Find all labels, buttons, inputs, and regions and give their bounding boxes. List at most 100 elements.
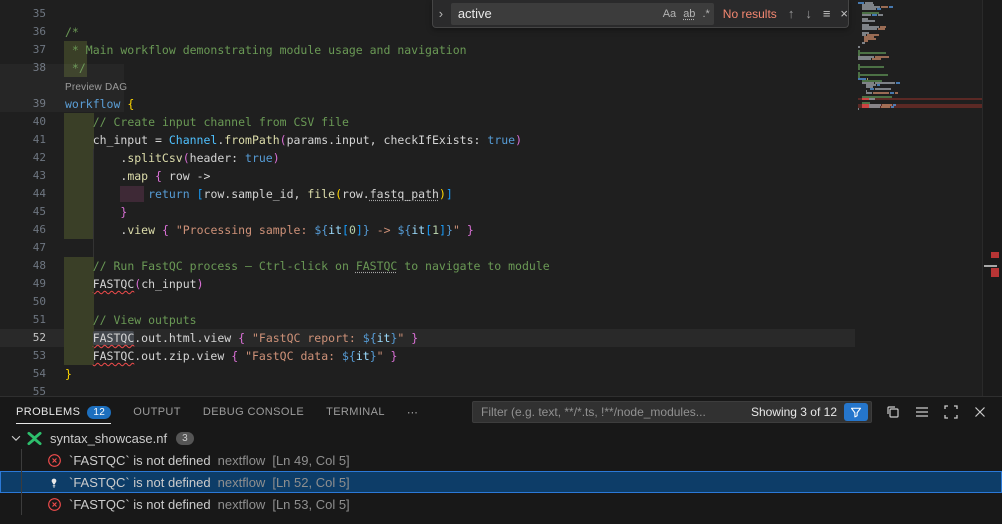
more-icon[interactable]: ⋯ [407, 397, 418, 427]
match-case-icon[interactable]: Aa [663, 8, 676, 20]
find-widget: › active Aa ab .* No results ↑ ↓ ≡ × [432, 0, 849, 28]
code-line-54[interactable]: 54} [0, 365, 1002, 383]
code-text[interactable]: } [65, 365, 72, 383]
file-name: syntax_showcase.nf [50, 431, 167, 446]
code-text[interactable]: ch_input = Channel.fromPath(params.input… [65, 131, 522, 149]
code-text[interactable]: * Main workflow demonstrating module usa… [65, 41, 467, 59]
panel-tabs: PROBLEMS12 OUTPUT DEBUG CONSOLE TERMINAL ⋯ [16, 397, 440, 427]
code-line-44[interactable]: 44 return [row.sample_id, file(row.fastq… [0, 185, 1002, 203]
code-line-43[interactable]: 43 .map { row -> [0, 167, 1002, 185]
filter-showing-badge: Showing 3 of 12 [751, 405, 837, 419]
code-line-38[interactable]: 38 */ [0, 59, 1002, 77]
tree-indent-guide [21, 449, 22, 515]
problem-position: [Ln 49, Col 5] [272, 453, 349, 468]
line-number-48: 48 [0, 257, 46, 275]
code-text[interactable]: FASTQC(ch_input) [65, 275, 204, 293]
code-text[interactable]: // Create input channel from CSV file [65, 113, 349, 131]
problem-row[interactable]: `FASTQC` is not definednextflow[Ln 52, C… [0, 471, 1002, 493]
code-text[interactable]: FASTQC.out.html.view { "FastQC report: $… [65, 329, 418, 347]
whole-word-icon[interactable]: ab [683, 8, 695, 20]
ruler-caret-mark [984, 265, 997, 267]
line-number-43: 43 [0, 167, 46, 185]
chevron-down-icon[interactable] [8, 431, 24, 445]
problem-position: [Ln 53, Col 5] [272, 497, 349, 512]
problem-source: nextflow [218, 497, 266, 512]
problem-source: nextflow [218, 453, 266, 468]
code-line-47[interactable]: 47 [0, 239, 1002, 257]
bottom-panel: PROBLEMS12 OUTPUT DEBUG CONSOLE TERMINAL ⋯ F… [0, 396, 1002, 524]
minimap[interactable] [858, 2, 982, 112]
panel-header: PROBLEMS12 OUTPUT DEBUG CONSOLE TERMINAL ⋯ F… [0, 397, 1002, 427]
find-input[interactable]: active Aa ab .* [451, 3, 714, 25]
problem-row[interactable]: `FASTQC` is not defined nextflow [Ln 53, C… [0, 493, 1002, 515]
code-line-48[interactable]: 48 // Run FastQC process — Ctrl-click on… [0, 257, 1002, 275]
next-match-icon[interactable]: ↓ [805, 6, 812, 21]
line-number-51: 51 [0, 311, 46, 329]
code-text[interactable]: return [row.sample_id, file(row.fastq_pa… [65, 185, 453, 203]
code-line-55[interactable]: 55 [0, 383, 1002, 396]
panel-tab-problems[interactable]: PROBLEMS12 [16, 397, 111, 427]
close-panel-icon[interactable] [972, 404, 988, 420]
panel-tab-output[interactable]: OUTPUT [133, 397, 181, 427]
filter-funnel-icon[interactable] [844, 403, 868, 421]
problem-message: `FASTQC` is not defined [69, 497, 211, 512]
problems-filter-input[interactable]: Filter (e.g. text, **/*.ts, !**/node_mod… [472, 401, 872, 423]
code-line-52[interactable]: 52 FASTQC.out.html.view { "FastQC report… [0, 329, 1002, 347]
line-number-54: 54 [0, 365, 46, 383]
find-in-selection-icon[interactable]: ≡ [823, 6, 830, 21]
nextflow-icon [26, 431, 43, 446]
code-line-39[interactable]: 39workflow { [0, 95, 1002, 113]
panel-tab-terminal[interactable]: TERMINAL [326, 397, 385, 427]
code-line-40[interactable]: 40 // Create input channel from CSV file [0, 113, 1002, 131]
filter-placeholder: Filter (e.g. text, **/*.ts, !**/node_mod… [481, 405, 747, 419]
code-line-51[interactable]: 51 // View outputs [0, 311, 1002, 329]
code-text[interactable]: /* [65, 23, 79, 41]
problems-tree: syntax_showcase.nf 3 `FASTQC` is not def… [0, 427, 1002, 515]
view-as-table-icon[interactable] [914, 404, 930, 420]
code-line-41[interactable]: 41 ch_input = Channel.fromPath(params.in… [0, 131, 1002, 149]
code-line-46[interactable]: 46 .view { "Processing sample: ${it[0]} … [0, 221, 1002, 239]
code-text[interactable]: FASTQC.out.zip.view { "FastQC data: ${it… [65, 347, 397, 365]
find-query[interactable]: active [458, 6, 656, 21]
code-lines[interactable]: 3536/*37 * Main workflow demonstrating m… [0, 5, 1002, 396]
line-number-53: 53 [0, 347, 46, 365]
panel-tab-debug-console[interactable]: DEBUG CONSOLE [203, 397, 304, 427]
code-text[interactable]: .view { "Processing sample: ${it[0]} -> … [65, 221, 474, 239]
copy-icon[interactable] [885, 404, 901, 420]
line-number-37: 37 [0, 41, 46, 59]
code-editor[interactable]: 3536/*37 * Main workflow demonstrating m… [0, 0, 1002, 396]
minimap-slider[interactable] [0, 64, 124, 112]
toggle-replace-icon[interactable]: › [433, 6, 449, 21]
error-icon [46, 453, 62, 468]
line-number-42: 42 [0, 149, 46, 167]
vscode-window: { "colors": { "editor_bg": "#1f1f1f", "p… [0, 0, 1002, 524]
problem-rows: `FASTQC` is not defined nextflow [Ln 49, C… [0, 449, 1002, 515]
code-line-49[interactable]: 49 FASTQC(ch_input) [0, 275, 1002, 293]
code-text[interactable]: } [65, 203, 127, 221]
code-line-53[interactable]: 53 FASTQC.out.zip.view { "FastQC data: $… [0, 347, 1002, 365]
line-number-52: 52 [0, 329, 46, 347]
line-number-44: 44 [0, 185, 46, 203]
code-line-45[interactable]: 45 } [0, 203, 1002, 221]
maximize-panel-icon[interactable] [943, 404, 959, 420]
regex-icon[interactable]: .* [702, 8, 709, 20]
code-line-37[interactable]: 37 * Main workflow demonstrating module … [0, 41, 1002, 59]
previous-match-icon[interactable]: ↑ [788, 6, 795, 21]
code-line-42[interactable]: 42 .splitCsv(header: true) [0, 149, 1002, 167]
code-text[interactable]: .map { row -> [65, 167, 210, 185]
codelens-row[interactable]: Preview DAG [0, 77, 1002, 95]
code-text[interactable]: // View outputs [65, 311, 197, 329]
close-find-icon[interactable]: × [840, 6, 848, 21]
code-line-50[interactable]: 50 [0, 293, 1002, 311]
ruler-error-mark [991, 252, 999, 258]
problem-row[interactable]: `FASTQC` is not definednextflow[Ln 49, C… [0, 449, 1002, 471]
code-text[interactable]: // Run FastQC process — Ctrl-click on FA… [65, 257, 550, 275]
line-number-55: 55 [0, 383, 46, 396]
ruler-error-mark [991, 268, 999, 277]
code-text[interactable]: .splitCsv(header: true) [65, 149, 280, 167]
problem-source: nextflow [218, 475, 266, 490]
overview-ruler[interactable] [982, 0, 1002, 396]
problems-file-row[interactable]: syntax_showcase.nf 3 [0, 427, 1002, 449]
error-icon [46, 497, 62, 512]
line-number-46: 46 [0, 221, 46, 239]
